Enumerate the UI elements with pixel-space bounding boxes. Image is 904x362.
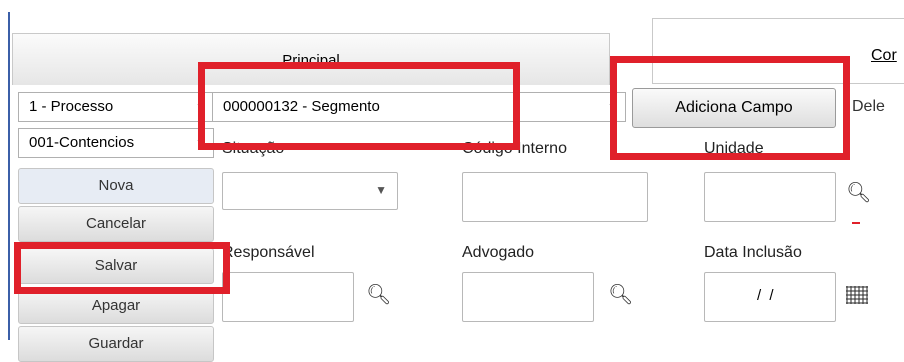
data-inclusao-label: Data Inclusão <box>704 244 802 261</box>
data-inclusao-input[interactable]: / / <box>704 272 836 322</box>
tab-second-label: Cor <box>871 47 897 64</box>
responsavel-label: Responsável <box>222 244 315 261</box>
chevron-down-icon: ▼ <box>375 183 387 197</box>
search-icon[interactable]: 🔍︎ <box>846 180 871 205</box>
contencioso-select[interactable]: 001-Contencios ▼ <box>18 128 214 158</box>
cancelar-button[interactable]: Cancelar <box>18 206 214 242</box>
search-icon[interactable]: 🔍︎ <box>608 282 633 307</box>
unidade-input[interactable] <box>704 172 836 222</box>
required-indicator <box>852 222 860 224</box>
delete-button[interactable]: Dele <box>852 98 885 116</box>
search-icon[interactable]: 🔍︎ <box>366 282 391 307</box>
processo-select-value: 1 - Processo <box>29 98 114 115</box>
codigo-interno-input[interactable] <box>462 172 648 222</box>
responsavel-input[interactable] <box>222 272 354 322</box>
nova-button[interactable]: Nova <box>18 168 214 204</box>
window-border <box>8 12 10 340</box>
processo-select[interactable]: 1 - Processo ▼ <box>18 92 214 122</box>
highlight-box-salvar <box>14 242 230 294</box>
data-inclusao-value: / / <box>757 287 776 304</box>
highlight-box-segmento <box>198 62 520 150</box>
advogado-input[interactable] <box>462 272 594 322</box>
situacao-select[interactable]: ▼ <box>222 172 398 210</box>
calendar-icon[interactable] <box>846 286 868 304</box>
advogado-label: Advogado <box>462 244 535 261</box>
guardar-button[interactable]: Guardar <box>18 326 214 362</box>
highlight-box-adiciona <box>610 56 850 160</box>
contencioso-select-value: 001-Contencios <box>29 134 135 151</box>
